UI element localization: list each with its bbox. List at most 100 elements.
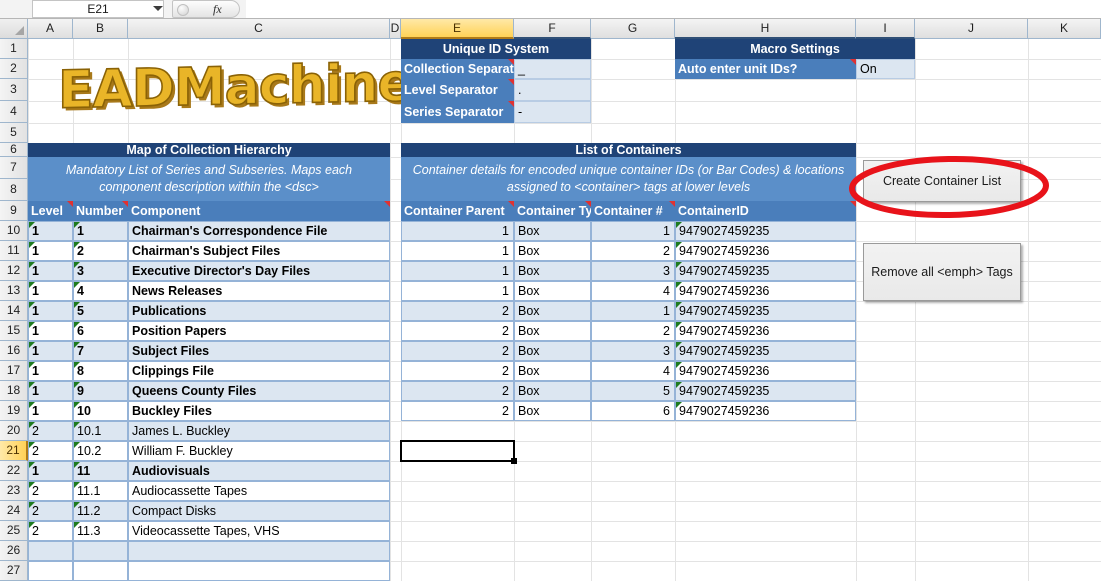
row-header-19[interactable]: 19 xyxy=(0,401,28,421)
hierarchy-number-2[interactable]: 3 xyxy=(73,261,128,281)
row-header-16[interactable]: 16 xyxy=(0,341,28,361)
container-type-4[interactable]: Box xyxy=(514,301,591,321)
container-number-5[interactable]: 2 xyxy=(591,321,675,341)
hierarchy-level-16[interactable] xyxy=(28,541,73,561)
column-header-a[interactable]: A xyxy=(28,19,73,39)
container-id-9[interactable]: 9479027459236 xyxy=(675,401,856,421)
container-type-8[interactable]: Box xyxy=(514,381,591,401)
container-number-2[interactable]: 3 xyxy=(591,261,675,281)
hierarchy-number-5[interactable]: 6 xyxy=(73,321,128,341)
hierarchy-level-4[interactable]: 1 xyxy=(28,301,73,321)
container-parent-8[interactable]: 2 xyxy=(401,381,514,401)
hierarchy-component-0[interactable]: Chairman's Correspondence File xyxy=(128,221,390,241)
hierarchy-level-5[interactable]: 1 xyxy=(28,321,73,341)
hierarchy-level-8[interactable]: 1 xyxy=(28,381,73,401)
container-number-4[interactable]: 1 xyxy=(591,301,675,321)
container-number-1[interactable]: 2 xyxy=(591,241,675,261)
hierarchy-component-10[interactable]: James L. Buckley xyxy=(128,421,390,441)
column-header-f[interactable]: F xyxy=(514,19,591,39)
row-header-2[interactable]: 2 xyxy=(0,59,28,79)
row-header-12[interactable]: 12 xyxy=(0,261,28,281)
hierarchy-number-4[interactable]: 5 xyxy=(73,301,128,321)
container-type-0[interactable]: Box xyxy=(514,221,591,241)
hierarchy-number-3[interactable]: 4 xyxy=(73,281,128,301)
row-header-15[interactable]: 15 xyxy=(0,321,28,341)
hierarchy-component-3[interactable]: News Releases xyxy=(128,281,390,301)
container-number-0[interactable]: 1 xyxy=(591,221,675,241)
hierarchy-level-9[interactable]: 1 xyxy=(28,401,73,421)
row-header-27[interactable]: 27 xyxy=(0,561,28,581)
hierarchy-component-16[interactable] xyxy=(128,541,390,561)
hierarchy-level-0[interactable]: 1 xyxy=(28,221,73,241)
hierarchy-number-14[interactable]: 11.2 xyxy=(73,501,128,521)
row-header-4[interactable]: 4 xyxy=(0,101,28,123)
container-id-1[interactable]: 9479027459236 xyxy=(675,241,856,261)
select-all-button[interactable] xyxy=(0,19,28,39)
row-header-23[interactable]: 23 xyxy=(0,481,28,501)
hierarchy-level-7[interactable]: 1 xyxy=(28,361,73,381)
hierarchy-level-12[interactable]: 1 xyxy=(28,461,73,481)
row-header-18[interactable]: 18 xyxy=(0,381,28,401)
hierarchy-level-11[interactable]: 2 xyxy=(28,441,73,461)
hierarchy-number-11[interactable]: 10.2 xyxy=(73,441,128,461)
formula-input[interactable] xyxy=(246,0,1101,18)
container-number-3[interactable]: 4 xyxy=(591,281,675,301)
container-id-4[interactable]: 9479027459235 xyxy=(675,301,856,321)
hierarchy-component-12[interactable]: Audiovisuals xyxy=(128,461,390,481)
hierarchy-level-14[interactable]: 2 xyxy=(28,501,73,521)
row-header-5[interactable]: 5 xyxy=(0,123,28,143)
row-header-17[interactable]: 17 xyxy=(0,361,28,381)
unique-id-value-1[interactable]: . xyxy=(514,79,591,101)
container-parent-4[interactable]: 2 xyxy=(401,301,514,321)
name-box[interactable]: E21 xyxy=(32,0,164,18)
container-type-6[interactable]: Box xyxy=(514,341,591,361)
hierarchy-component-9[interactable]: Buckley Files xyxy=(128,401,390,421)
macro-setting-value-0[interactable]: On xyxy=(856,59,915,79)
hierarchy-component-7[interactable]: Clippings File xyxy=(128,361,390,381)
row-header-10[interactable]: 10 xyxy=(0,221,28,241)
container-parent-0[interactable]: 1 xyxy=(401,221,514,241)
row-header-7[interactable]: 7 xyxy=(0,157,28,179)
column-header-b[interactable]: B xyxy=(73,19,128,39)
row-header-8[interactable]: 8 xyxy=(0,179,28,201)
hierarchy-component-15[interactable]: Videocassette Tapes, VHS xyxy=(128,521,390,541)
macro-button-0[interactable]: Create Container List xyxy=(863,160,1021,202)
container-parent-5[interactable]: 2 xyxy=(401,321,514,341)
column-header-g[interactable]: G xyxy=(591,19,675,39)
hierarchy-level-1[interactable]: 1 xyxy=(28,241,73,261)
container-id-7[interactable]: 9479027459236 xyxy=(675,361,856,381)
hierarchy-number-6[interactable]: 7 xyxy=(73,341,128,361)
row-header-1[interactable]: 1 xyxy=(0,39,28,59)
hierarchy-number-12[interactable]: 11 xyxy=(73,461,128,481)
hierarchy-level-15[interactable]: 2 xyxy=(28,521,73,541)
hierarchy-number-1[interactable]: 2 xyxy=(73,241,128,261)
hierarchy-number-17[interactable] xyxy=(73,561,128,581)
hierarchy-number-13[interactable]: 11.1 xyxy=(73,481,128,501)
container-parent-6[interactable]: 2 xyxy=(401,341,514,361)
container-parent-7[interactable]: 2 xyxy=(401,361,514,381)
row-header-22[interactable]: 22 xyxy=(0,461,28,481)
hierarchy-level-13[interactable]: 2 xyxy=(28,481,73,501)
container-type-5[interactable]: Box xyxy=(514,321,591,341)
row-header-26[interactable]: 26 xyxy=(0,541,28,561)
column-header-j[interactable]: J xyxy=(915,19,1028,39)
insert-function-icon[interactable]: fx xyxy=(213,2,222,17)
column-header-c[interactable]: C xyxy=(128,19,390,39)
hierarchy-component-8[interactable]: Queens County Files xyxy=(128,381,390,401)
container-id-3[interactable]: 9479027459236 xyxy=(675,281,856,301)
column-header-k[interactable]: K xyxy=(1028,19,1101,39)
hierarchy-level-6[interactable]: 1 xyxy=(28,341,73,361)
cancel-formula-icon[interactable] xyxy=(177,4,189,16)
container-parent-3[interactable]: 1 xyxy=(401,281,514,301)
active-cell-selection[interactable] xyxy=(400,440,515,462)
container-number-6[interactable]: 3 xyxy=(591,341,675,361)
container-parent-9[interactable]: 2 xyxy=(401,401,514,421)
container-number-9[interactable]: 6 xyxy=(591,401,675,421)
hierarchy-level-10[interactable]: 2 xyxy=(28,421,73,441)
fill-handle[interactable] xyxy=(511,458,517,464)
container-number-8[interactable]: 5 xyxy=(591,381,675,401)
container-id-6[interactable]: 9479027459235 xyxy=(675,341,856,361)
container-type-1[interactable]: Box xyxy=(514,241,591,261)
column-header-e[interactable]: E xyxy=(401,19,514,39)
container-number-7[interactable]: 4 xyxy=(591,361,675,381)
